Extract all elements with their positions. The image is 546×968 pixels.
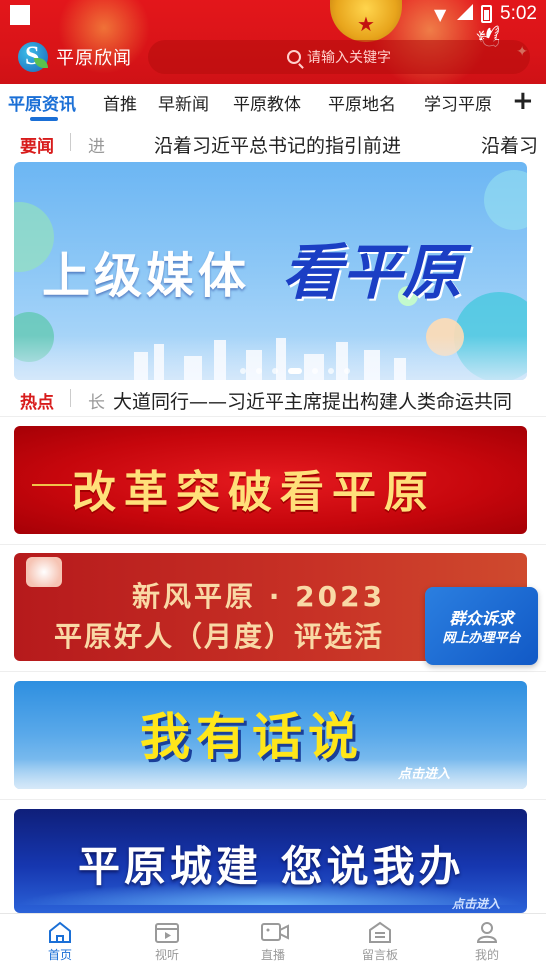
ticker-prev-fragment: 进 [88, 137, 105, 157]
tab-morning-news[interactable]: 早新闻 [158, 90, 209, 115]
city-banner[interactable]: 平原城建 您说我办 点击进入 [14, 809, 527, 913]
hot-ticker[interactable]: 热点 长 大道同行——习近平主席提出构建人类命运共同 [0, 380, 546, 416]
nav-live[interactable]: 直播 [233, 920, 313, 963]
tab-study[interactable]: 学习平原 [424, 90, 492, 115]
camera-icon [260, 920, 289, 944]
bottom-navigation: 首页 视听 直播 留言板 我的 [0, 913, 546, 968]
wifi-icon: ▼ [434, 5, 447, 24]
tab-education[interactable]: 平原教体 [233, 90, 301, 115]
speak-banner-hint: 点击进入 [398, 767, 451, 782]
message-board-icon [367, 920, 393, 944]
ticker-headline[interactable]: 沿着习近平总书记的指引前进 [154, 131, 401, 158]
category-tabs: 平原资讯 首推 早新闻 平原教体 平原地名 学习平原 + [0, 84, 546, 122]
laurel-decoration [32, 484, 72, 486]
carousel-banner[interactable]: 上级媒体 看平原 [14, 162, 527, 380]
speak-banner-title: 我有话说 [140, 708, 364, 766]
headline-ticker[interactable]: 要闻 进 沿着习近平总书记的指引前进 沿着习 [0, 124, 546, 160]
divider [0, 671, 546, 672]
divider [0, 544, 546, 545]
good-person-line2: 平原好人（月度）评选活 [54, 620, 385, 653]
home-icon [47, 920, 73, 944]
carousel-page-indicator [240, 368, 350, 374]
video-icon [154, 920, 180, 944]
good-person-logo [26, 557, 62, 587]
tab-featured[interactable]: 首推 [103, 90, 137, 115]
tab-place-names[interactable]: 平原地名 [328, 90, 396, 115]
notification-icon [10, 5, 30, 25]
city-banner-title: 平原城建 您说我办 [78, 842, 465, 891]
nav-home[interactable]: 首页 [20, 920, 100, 963]
nav-label: 视听 [154, 948, 179, 962]
reform-banner[interactable]: 改革突破看平原 [14, 426, 527, 534]
reform-banner-title: 改革突破看平原 [72, 467, 436, 518]
nav-video[interactable]: 视听 [127, 920, 207, 963]
tab-pingyuan-news[interactable]: 平原资讯 [8, 90, 76, 115]
search-input[interactable]: 请输入关键字 [148, 40, 530, 74]
logo-icon: S [16, 40, 52, 74]
divider [70, 133, 71, 151]
battery-icon [481, 5, 492, 23]
search-placeholder: 请输入关键字 [307, 50, 391, 66]
status-bar: ▼ 5:02 [0, 0, 546, 30]
appeal-platform-button[interactable]: 群众诉求 网上办理平台 [425, 587, 538, 665]
nav-label: 留言板 [361, 948, 398, 962]
status-time: 5:02 [500, 3, 537, 24]
add-tab-button[interactable]: + [512, 86, 534, 116]
app-name: 平原欣闻 [56, 48, 132, 69]
hot-tag: 热点 [20, 393, 54, 413]
active-tab-indicator [30, 117, 58, 121]
ticker-next-headline[interactable]: 沿着习 [481, 131, 538, 158]
nav-profile[interactable]: 我的 [447, 920, 527, 963]
divider [0, 416, 546, 417]
hot-prev-fragment: 长 [88, 393, 105, 413]
appeal-button-line2: 网上办理平台 [442, 631, 521, 646]
appeal-button-line1: 群众诉求 [449, 609, 514, 628]
hot-headline[interactable]: 大道同行——习近平主席提出构建人类命运共同 [113, 387, 512, 414]
speak-banner[interactable]: 我有话说 点击进入 [14, 681, 527, 789]
app-header: ★ 🕊 ✦ ▼ 5:02 S 平原欣闻 请输入关键字 [0, 0, 546, 84]
divider [70, 389, 71, 407]
nav-label: 首页 [47, 948, 72, 962]
ticker-tag: 要闻 [20, 137, 54, 157]
city-banner-hint: 点击进入 [452, 897, 501, 911]
signal-icon [457, 4, 473, 20]
nav-label: 我的 [474, 948, 499, 962]
nav-message-board[interactable]: 留言板 [340, 920, 420, 963]
carousel-title-part2: 看平原 [282, 238, 462, 308]
good-person-line1: 新风平原 · 2023 [132, 580, 386, 613]
app-logo: S 平原欣闻 [16, 40, 132, 74]
user-icon [474, 920, 500, 944]
carousel-title-part1: 上级媒体 [42, 248, 251, 304]
nav-label: 直播 [260, 948, 285, 962]
search-icon [287, 50, 301, 64]
divider [0, 799, 546, 800]
